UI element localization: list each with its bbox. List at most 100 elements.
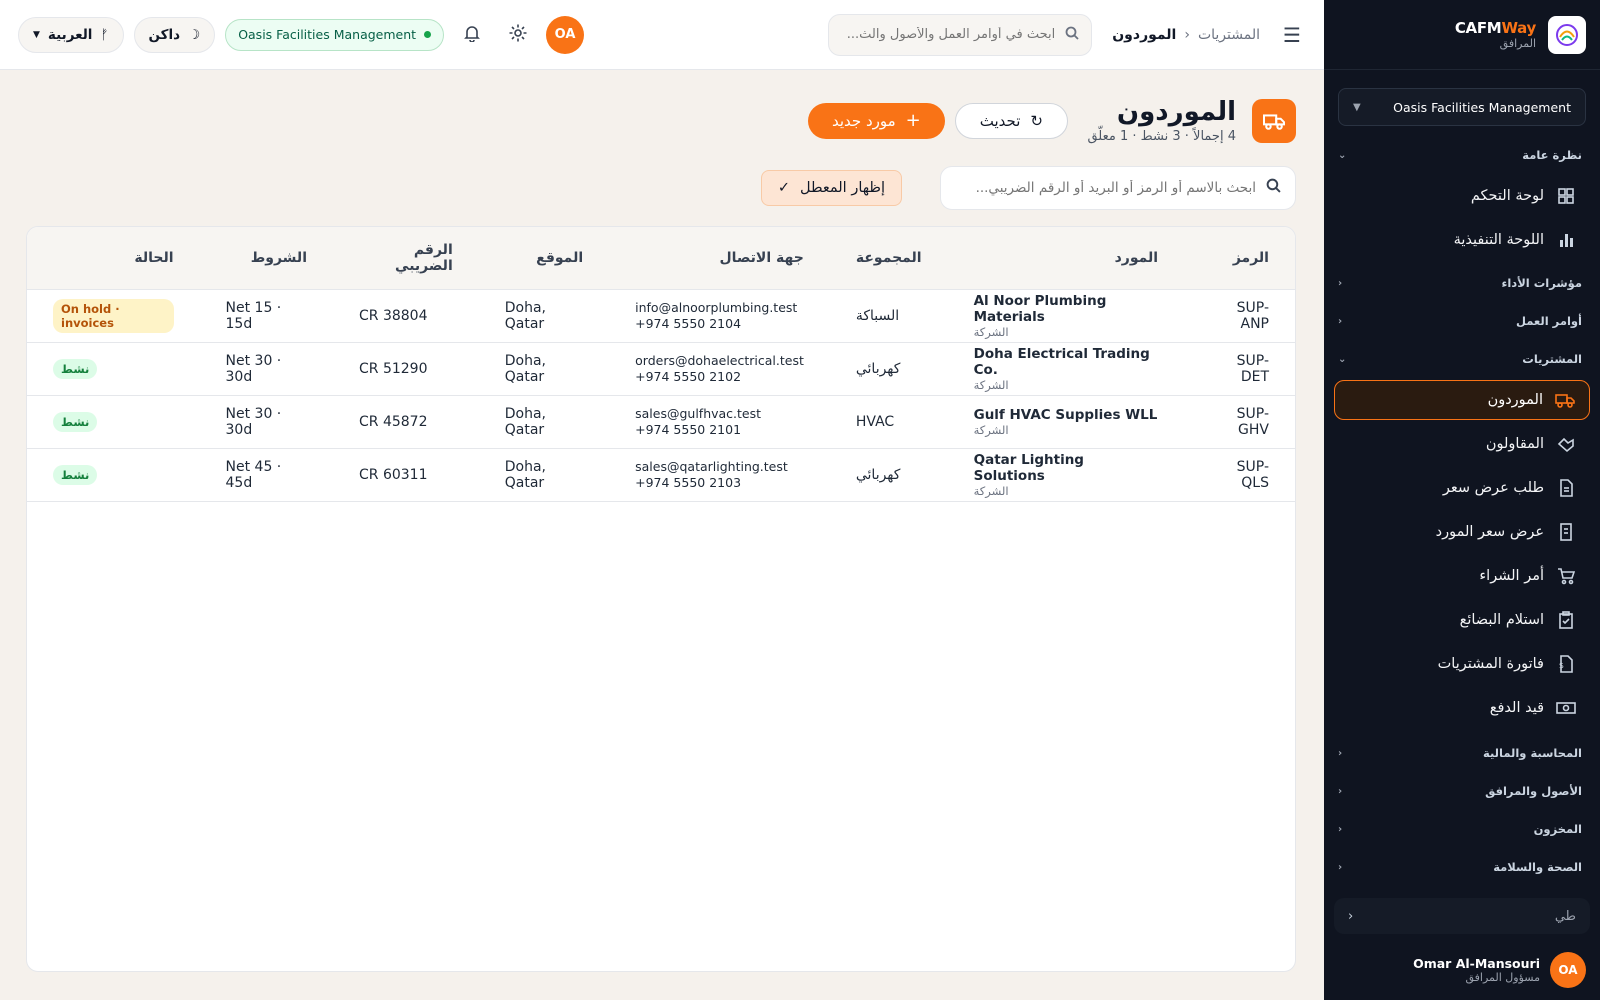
menu-icon[interactable]: ☰: [1278, 21, 1306, 49]
supplier-name[interactable]: Al Noor Plumbing Materials: [974, 293, 1158, 325]
sidebar-item-executive[interactable]: اللوحة التنفيذية: [1334, 220, 1590, 260]
cell-location: Doha, Qatar: [478, 448, 610, 503]
receipt-icon: [1556, 522, 1576, 542]
table-row[interactable]: SUP-QLS Qatar Lighting Solutions الشركة ك…: [27, 448, 1295, 503]
status-badge: نشط: [53, 465, 98, 486]
user-info: Omar Al-Mansouri مسؤول المرافق: [1413, 956, 1540, 984]
collapse-sidebar-button[interactable]: طي ‹: [1334, 898, 1590, 934]
table-row[interactable]: SUP-ANP Al Noor Plumbing Materials الشركة…: [27, 289, 1295, 344]
show-disabled-toggle[interactable]: إظهار المعطل ✓: [760, 169, 902, 206]
cell-supplier: Gulf HVAC Supplies WLL الشركة: [947, 395, 1185, 450]
sidebar-item-label: لوحة التحكم: [1470, 188, 1544, 204]
supplier-type: الشركة: [973, 325, 1009, 340]
brand: CAFMWay المرافق: [1324, 0, 1600, 70]
col-tax[interactable]: الرقم الضريبي: [333, 226, 479, 291]
nav-section-kpi[interactable]: مؤشرات الأداء ‹: [1334, 264, 1590, 302]
contact-email: info@alnoorplumbing.test: [635, 300, 798, 316]
contact-phone: +974 5550 2104: [635, 316, 742, 332]
col-terms[interactable]: الشروط: [199, 226, 333, 291]
sidebar-item-dashboard[interactable]: لوحة التحكم: [1334, 176, 1590, 216]
contact-email: sales@gulfhvac.test: [635, 406, 762, 422]
nav-section-work-orders[interactable]: أوامر العمل ‹: [1334, 302, 1590, 340]
settings-button[interactable]: [500, 17, 536, 53]
chevron-left-icon: ‹: [1338, 785, 1343, 797]
language-label: العربية: [47, 26, 93, 43]
collapse-label: طي: [1554, 908, 1576, 924]
nav-section-inventory[interactable]: المخزون ‹: [1334, 810, 1590, 848]
col-status[interactable]: الحالة: [27, 226, 200, 291]
col-group[interactable]: المجموعة: [829, 226, 948, 291]
cell-terms: Net 15 · 15d: [199, 289, 333, 344]
sidebar-item-contractors[interactable]: المقاولون: [1334, 424, 1590, 464]
chevron-left-icon: ‹: [1338, 747, 1343, 759]
sidebar-item-label: المقاولون: [1485, 436, 1544, 452]
refresh-label: تحديث: [979, 111, 1021, 130]
theme-toggle[interactable]: ☽ داكن: [133, 16, 216, 53]
grid-icon: [1556, 186, 1576, 206]
sidebar-item-payment-entry[interactable]: قيد الدفع: [1334, 688, 1590, 728]
avatar[interactable]: OA: [546, 15, 585, 54]
supplier-name[interactable]: Doha Electrical Trading Co.: [974, 346, 1158, 378]
org-select[interactable]: Oasis Facilities Management ▼: [1338, 88, 1586, 126]
sidebar-item-label: الموردون: [1487, 392, 1543, 408]
invoice-icon: $: [1556, 654, 1576, 674]
global-search-input[interactable]: [845, 27, 1056, 42]
chevron-left-icon: ‹: [1338, 861, 1343, 873]
truck-icon: [1252, 98, 1296, 143]
page-subtitle: 4 إجمالاً · 3 نشط · 1 معلّق: [1087, 128, 1236, 144]
supplier-name[interactable]: Qatar Lighting Solutions: [974, 452, 1158, 484]
cell-status: نشط: [27, 395, 200, 450]
chevron-down-icon: ⌄: [1338, 353, 1347, 365]
page-header: الموردون 4 إجمالاً · 3 نشط · 1 معلّق ↻ ت…: [28, 98, 1296, 144]
cell-code: SUP-DET: [1184, 342, 1295, 397]
contact-phone: +974 5550 2102: [635, 369, 742, 385]
refresh-button[interactable]: ↻ تحديث: [954, 102, 1068, 139]
sidebar-item-suppliers[interactable]: الموردون: [1334, 380, 1590, 420]
supplier-name[interactable]: Gulf HVAC Supplies WLL: [974, 407, 1158, 423]
col-location[interactable]: الموقع: [478, 226, 610, 291]
chevron-left-icon: ‹: [1338, 277, 1343, 289]
cell-terms: Net 30 · 30d: [199, 395, 333, 450]
supplier-search-input[interactable]: [966, 179, 1256, 196]
sidebar-item-purchase-invoice[interactable]: $ فاتورة المشتريات: [1334, 644, 1590, 684]
cell-contact: sales@qatarlighting.test +974 5550 2103: [609, 448, 830, 503]
nav-section-assets[interactable]: الأصول والمرافق ‹: [1334, 772, 1590, 810]
sidebar-item-label: أمر الشراء: [1479, 568, 1544, 584]
nav-section-hse[interactable]: الصحة والسلامة ‹: [1334, 848, 1590, 886]
sidebar-nav: نظرة عامة ⌄ لوحة التحكم اللوحة التنفيذية …: [1324, 136, 1600, 886]
language-select[interactable]: ᚠ العربية ▼: [18, 16, 124, 53]
col-contact[interactable]: جهة الاتصال: [609, 226, 830, 291]
col-supplier[interactable]: المورد: [947, 226, 1185, 291]
cell-code: SUP-ANP: [1184, 289, 1295, 344]
table-row[interactable]: SUP-DET Doha Electrical Trading Co. الشرك…: [27, 342, 1295, 397]
sidebar-item-purchase-order[interactable]: أمر الشراء: [1334, 556, 1590, 596]
breadcrumb-item[interactable]: المشتريات: [1198, 27, 1260, 43]
contact-phone: +974 5550 2103: [635, 475, 742, 491]
cell-group: كهربائي: [829, 448, 948, 503]
nav-section-procurement[interactable]: المشتريات ⌄: [1334, 340, 1590, 378]
cell-tax: CR 45872: [333, 395, 479, 450]
cell-supplier: Qatar Lighting Solutions الشركة: [947, 448, 1185, 503]
user-name: Omar Al-Mansouri: [1413, 956, 1540, 971]
sidebar-item-label: استلام البضائع: [1459, 612, 1544, 628]
col-code[interactable]: الرمز: [1184, 226, 1295, 291]
breadcrumb: المشتريات ‹ الموردون: [1112, 27, 1260, 43]
topbar: ☰ المشتريات ‹ الموردون ᚠ العربية ▼ ☽ داك…: [0, 0, 1324, 70]
contact-email: orders@dohaelectrical.test: [635, 353, 804, 369]
document-icon: [1556, 478, 1576, 498]
new-supplier-button[interactable]: + مورد جديد: [808, 102, 945, 139]
sidebar-item-supplier-quote[interactable]: عرض سعر المورد: [1334, 512, 1590, 552]
user-profile[interactable]: OA Omar Al-Mansouri مسؤول المرافق: [1413, 952, 1586, 988]
nav-section-overview[interactable]: نظرة عامة ⌄: [1334, 136, 1590, 174]
sidebar-item-goods-receipt[interactable]: استلام البضائع: [1334, 600, 1590, 640]
org-status-pill[interactable]: Oasis Facilities Management: [225, 18, 445, 51]
sidebar-item-rfq[interactable]: طلب عرض سعر: [1334, 468, 1590, 508]
global-search[interactable]: [828, 13, 1093, 56]
clipboard-check-icon: [1556, 610, 1576, 630]
supplier-search[interactable]: [940, 165, 1296, 210]
nav-section-accounting[interactable]: المحاسبة والمالية ‹: [1334, 734, 1590, 772]
check-icon: ✓: [777, 179, 791, 196]
notifications-button[interactable]: [454, 17, 490, 53]
table-row[interactable]: SUP-GHV Gulf HVAC Supplies WLL الشركة HVA…: [27, 395, 1295, 450]
status-badge: نشط: [53, 412, 98, 433]
